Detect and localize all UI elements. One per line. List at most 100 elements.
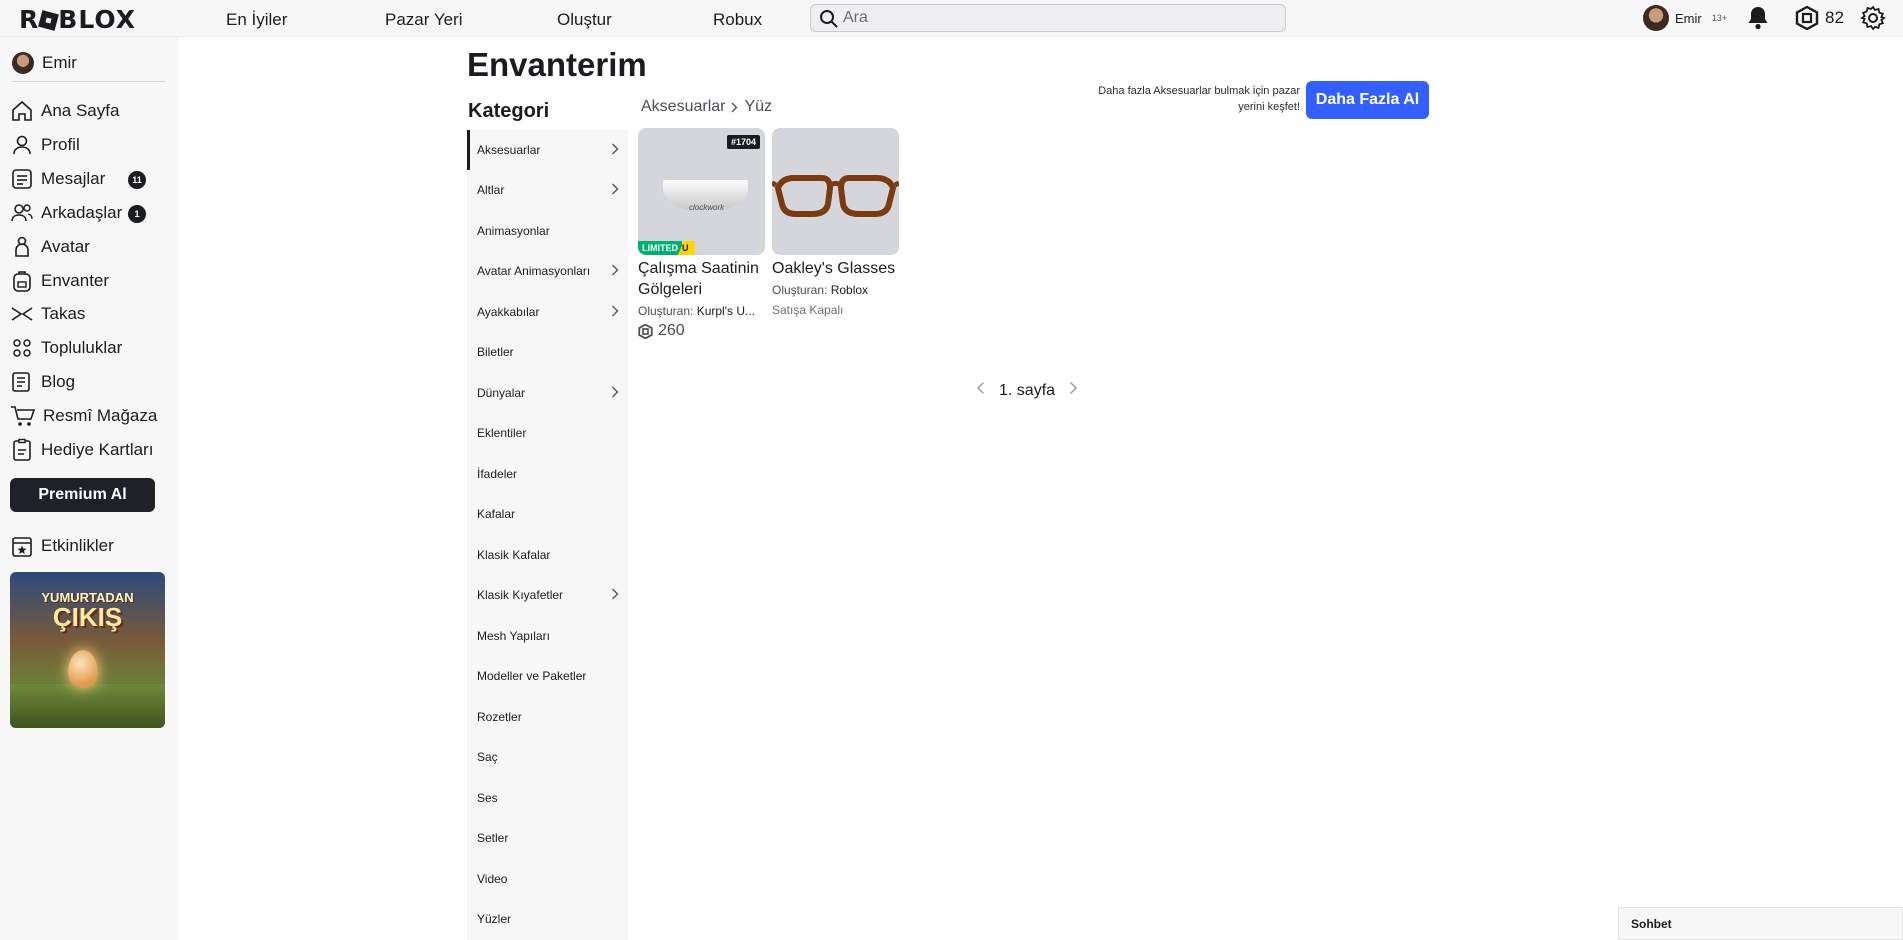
cart-icon <box>11 406 36 426</box>
page-title: Envanterim <box>467 46 647 83</box>
nav-link-robux[interactable]: Robux <box>713 10 762 30</box>
sidebar-item-gift-cards[interactable]: Hediye Kartları <box>10 435 170 465</box>
breadcrumb: Aksesuarlar Yüz <box>641 98 772 116</box>
category-item-avatar-animations[interactable]: Avatar Animasyonları <box>467 251 628 291</box>
sidebar-item-label: Resmî Mağaza <box>43 406 158 425</box>
search-box[interactable] <box>810 4 1286 32</box>
sidebar-item-trade[interactable]: Takas <box>10 299 170 329</box>
sidebar-item-messages[interactable]: Mesajlar <box>10 164 170 194</box>
event-banner[interactable]: YUMURTADAN ÇIKIŞ <box>10 572 165 728</box>
chat-bar[interactable]: Sohbet <box>1618 907 1903 940</box>
friends-icon <box>11 204 33 222</box>
category-item-passes[interactable]: Biletler <box>467 332 628 372</box>
category-item-animations[interactable]: Animasyonlar <box>467 211 628 251</box>
sidebar-item-label: Envanter <box>41 271 110 290</box>
chevron-left-icon <box>976 381 985 395</box>
sidebar-user[interactable]: Emir <box>12 52 77 74</box>
sidebar-item-avatar[interactable]: Avatar <box>10 232 170 262</box>
nav-link-marketplace[interactable]: Pazar Yeri <box>385 10 463 30</box>
backpack-icon <box>13 271 31 292</box>
category-item-audio[interactable]: Ses <box>467 778 628 818</box>
item-card[interactable]: clockwork #1704 LIMITED U Çalışma Saatin… <box>638 128 765 340</box>
sidebar-item-blog[interactable]: Blog <box>10 367 170 397</box>
category-item-faces[interactable]: Yüzler <box>467 899 628 939</box>
banner-ground <box>10 684 165 728</box>
pagination: 1. sayfa <box>976 381 1078 400</box>
breadcrumb-link-accessories[interactable]: Aksesuarlar <box>641 98 725 116</box>
category-item-bottoms[interactable]: Altlar <box>467 170 628 210</box>
sidebar-item-communities[interactable]: Topluluklar <box>10 333 170 363</box>
robux-amount: 82 <box>1825 8 1844 27</box>
category-label: Aksesuarlar <box>477 143 541 157</box>
sidebar-item-official-store[interactable]: Resmî Mağaza <box>10 401 170 431</box>
category-label: Rozetler <box>477 710 522 724</box>
settings-button[interactable] <box>1860 5 1886 36</box>
sidebar-item-label: Hediye Kartları <box>41 440 154 459</box>
category-label: Ses <box>477 791 498 805</box>
category-item-heads[interactable]: Kafalar <box>467 494 628 534</box>
price-value: 260 <box>658 322 685 339</box>
category-item-shoes[interactable]: Ayakkabılar <box>467 292 628 332</box>
chevron-right-icon <box>612 183 619 195</box>
category-label: Yüzler <box>477 912 512 926</box>
sidebar-item-profile[interactable]: Profil <box>10 130 170 160</box>
avatar <box>1643 5 1669 31</box>
category-item-plugins[interactable]: Eklentiler <box>467 413 628 453</box>
breadcrumb-current: Yüz <box>744 98 773 115</box>
category-list: Aksesuarlar Altlar Animasyonlar Avatar A… <box>467 130 628 940</box>
category-item-classic-clothing[interactable]: Klasik Kıyafetler <box>467 575 628 615</box>
item-name[interactable]: Oakley's Glasses <box>772 258 899 279</box>
marketplace-promo-text: Daha fazla Aksesuarlar bulmak için pazar… <box>1098 85 1300 113</box>
item-name[interactable]: Çalışma Saatinin Gölgeleri <box>638 258 765 300</box>
category-item-experiences[interactable]: Dünyalar <box>467 373 628 413</box>
next-page-button[interactable] <box>1069 381 1078 400</box>
sidebar-item-events[interactable]: Etkinlikler <box>10 531 170 561</box>
sidebar-item-label: Arkadaşlar <box>41 203 123 222</box>
category-label: Eklentiler <box>477 426 527 440</box>
item-status: Satışa Kapalı <box>772 303 844 317</box>
get-more-button[interactable]: Daha Fazla Al <box>1306 81 1429 119</box>
sidebar-item-label: Topluluklar <box>41 338 123 357</box>
search-input[interactable] <box>843 8 1273 28</box>
serial-number-badge: #1704 <box>726 135 760 149</box>
category-item-emotes[interactable]: İfadeler <box>467 454 628 494</box>
egg-illustration <box>68 650 98 688</box>
communities-icon <box>13 339 31 357</box>
category-item-meshes[interactable]: Mesh Yapıları <box>467 616 628 656</box>
get-premium-button[interactable]: Premium Al <box>10 478 155 512</box>
category-item-models-packages[interactable]: Modeller ve Paketler <box>467 656 628 696</box>
sidebar-item-label: Profil <box>41 135 80 154</box>
category-item-sets[interactable]: Setler <box>467 818 628 858</box>
sidebar-item-label: Takas <box>41 304 86 323</box>
sidebar-item-friends[interactable]: Arkadaşlar <box>10 198 170 228</box>
robux-balance[interactable]: 82 <box>1795 6 1844 30</box>
category-label: Dünyalar <box>477 386 526 400</box>
category-label: Saç <box>477 750 498 764</box>
notifications-button[interactable] <box>1746 5 1770 36</box>
item-thumbnail[interactable]: clockwork #1704 LIMITED U <box>638 128 765 255</box>
category-label: Setler <box>477 831 509 845</box>
sidebar-item-inventory[interactable]: Envanter <box>10 266 170 296</box>
category-item-classic-heads[interactable]: Klasik Kafalar <box>467 535 628 575</box>
nav-link-charts[interactable]: En İyiler <box>226 10 287 30</box>
category-label: Altlar <box>477 183 505 197</box>
messages-icon <box>12 169 32 189</box>
category-item-hair[interactable]: Saç <box>467 737 628 777</box>
roblox-logo[interactable]: R BLOX <box>19 5 136 34</box>
topbar-username: Emir <box>1675 10 1702 26</box>
category-item-video[interactable]: Video <box>467 859 628 899</box>
topbar-user-menu[interactable]: Emir 13+ <box>1643 5 1727 31</box>
nav-link-create[interactable]: Oluştur <box>557 10 612 30</box>
item-card[interactable]: Oakley's Glasses Oluşturan: Roblox Satış… <box>772 128 899 317</box>
creator-link[interactable]: Roblox <box>831 283 868 297</box>
category-item-accessories[interactable]: Aksesuarlar <box>467 130 628 170</box>
category-item-badges[interactable]: Rozetler <box>467 697 628 737</box>
sidebar-item-label: Ana Sayfa <box>41 101 120 120</box>
sidebar-item-home[interactable]: Ana Sayfa <box>10 96 170 126</box>
creator-link[interactable]: Kurpl's U... <box>697 304 755 318</box>
previous-page-button[interactable] <box>976 381 985 400</box>
sidebar-username: Emir <box>42 53 77 72</box>
item-thumbnail[interactable] <box>772 128 899 255</box>
category-label: Biletler <box>477 345 514 359</box>
sidebar-divider <box>12 81 165 82</box>
